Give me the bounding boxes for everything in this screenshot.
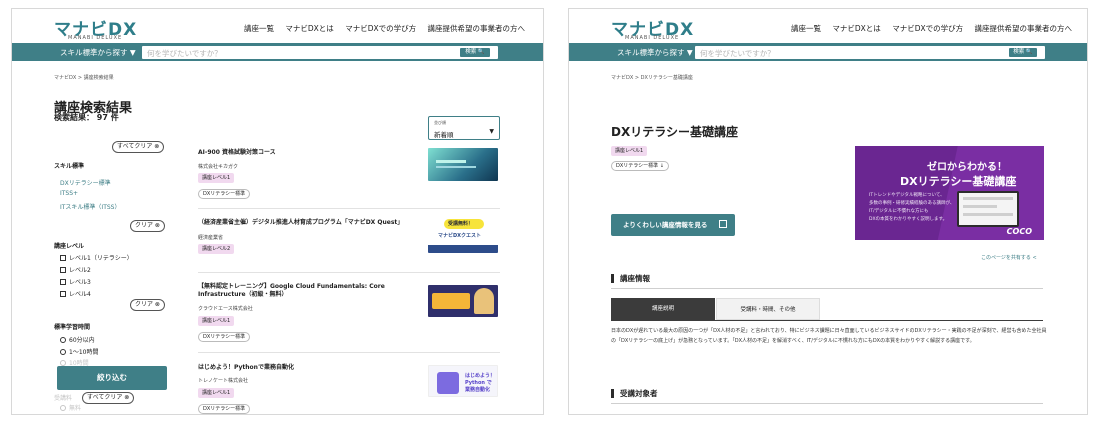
skill-dropdown[interactable]: スキル標準から探す ▼ bbox=[60, 47, 136, 58]
nav-how-to-learn[interactable]: マナビDXでの学び方 bbox=[892, 24, 963, 33]
nav-course-list[interactable]: 講座一覧 bbox=[791, 24, 821, 33]
breadcrumb[interactable]: マナビDX > DXリテラシー基礎講座 bbox=[611, 74, 693, 81]
course-thumbnail[interactable] bbox=[428, 285, 498, 317]
level-tag[interactable]: 講座レベル1 bbox=[198, 316, 235, 326]
more-info-button[interactable]: よりくわしい講座情報を見る bbox=[611, 214, 735, 236]
course-thumbnail[interactable] bbox=[428, 148, 498, 181]
course-title[interactable]: 【無料認定トレーニング】Google Cloud Fundamentals: C… bbox=[198, 283, 418, 299]
skill-dropdown[interactable]: スキル標準から探す ▼ bbox=[617, 47, 693, 58]
provider-logo: COCO bbox=[1006, 227, 1032, 236]
page-title: DXリテラシー基礎講座 bbox=[611, 125, 738, 139]
filter-skill-itss-plus[interactable]: ITSS+ bbox=[60, 190, 78, 197]
level-tag[interactable]: 講座レベル2 bbox=[198, 244, 235, 254]
breadcrumb[interactable]: マナビDX > 講座検索結果 bbox=[54, 74, 114, 81]
chevron-down-icon: ▼ bbox=[489, 128, 494, 135]
course-org: トレノケート株式会社 bbox=[198, 378, 249, 384]
radio-icon bbox=[60, 337, 66, 343]
apply-filter-button[interactable]: 絞り込む bbox=[57, 366, 167, 390]
share-icon: < bbox=[1032, 255, 1037, 261]
search-button[interactable]: 検索 🔍 bbox=[1009, 48, 1037, 57]
nav-about[interactable]: マナビDXとは bbox=[832, 24, 880, 33]
standard-tag[interactable]: DXリテラシー標準 bbox=[198, 332, 251, 342]
hero-title: DXリテラシー基礎講座 bbox=[900, 175, 1017, 188]
share-link[interactable]: このページを共有する < bbox=[981, 254, 1037, 261]
search-placeholder: 何を学びたいですか？ bbox=[147, 49, 222, 58]
site-logo-subtitle: MANABI DELUXE bbox=[68, 35, 123, 41]
section-course-info: 講座情報 bbox=[611, 274, 650, 283]
external-link-icon bbox=[719, 220, 727, 228]
tab-course-description[interactable]: 講座説明 bbox=[611, 298, 715, 320]
course-title[interactable]: （経済産業省主催）デジタル推進人材育成プログラム「マナビDX Quest」 bbox=[198, 219, 418, 227]
course-org: クラウドエース株式会社 bbox=[198, 306, 253, 312]
filter-level-title: 講座レベル bbox=[54, 243, 85, 250]
level-checkbox-2[interactable]: レベル2 bbox=[60, 265, 91, 274]
site-header: マナビDX MANABI DELUXE 講座一覧 マナビDXとは マナビDXでの… bbox=[12, 9, 543, 43]
level-checkbox-4[interactable]: レベル4 bbox=[60, 289, 91, 298]
filter-skill-title: スキル標準 bbox=[54, 163, 85, 170]
level-checkbox-3[interactable]: レベル3 bbox=[60, 277, 91, 286]
standard-tag[interactable]: DXリテラシー標準 ↓ bbox=[611, 161, 669, 171]
checkbox-icon bbox=[60, 279, 66, 285]
time-radio-60min[interactable]: 60分以内 bbox=[60, 335, 95, 344]
level-checkbox-1[interactable]: レベル1（リテラシー） bbox=[60, 253, 133, 262]
level-tag[interactable]: 講座レベル1 bbox=[611, 146, 648, 156]
hero-headline: ゼロからわかる！ bbox=[927, 162, 1007, 173]
sort-label: 並び順 bbox=[434, 120, 446, 125]
course-hero-image: ゼロからわかる！ DXリテラシー基礎講座 ITトレンドやデジタル戦略について、 … bbox=[855, 146, 1044, 240]
filter-fee-title: 受講料 bbox=[54, 395, 73, 402]
course-title[interactable]: AI-900 資格試験対策コース bbox=[198, 149, 418, 157]
search-results-window: マナビDX MANABI DELUXE 講座一覧 マナビDXとは マナビDXでの… bbox=[11, 8, 544, 415]
site-header: マナビDX MANABI DELUXE 講座一覧 マナビDXとは マナビDXでの… bbox=[569, 9, 1087, 43]
search-input[interactable]: 何を学びたいですか？ 検索 🔍 bbox=[142, 46, 498, 59]
checkbox-icon bbox=[60, 267, 66, 273]
fee-radio-free[interactable]: 無料 bbox=[60, 403, 81, 412]
search-bar: スキル標準から探す ▼ 何を学びたいですか？ 検索 🔍 bbox=[12, 43, 543, 61]
level-tag[interactable]: 講座レベル1 bbox=[198, 173, 235, 183]
standard-tag[interactable]: DXリテラシー標準 bbox=[198, 404, 251, 414]
tab-fees-time[interactable]: 受講料・時間、その他 bbox=[716, 298, 820, 320]
clear-level-button[interactable]: クリア ⊗ bbox=[130, 299, 165, 311]
filter-skill-dx-literacy[interactable]: DXリテラシー標準 bbox=[60, 178, 111, 187]
course-org: 経済産業省 bbox=[198, 235, 224, 241]
site-logo-subtitle: MANABI DELUXE bbox=[625, 35, 680, 41]
laptop-illustration bbox=[957, 191, 1019, 227]
search-placeholder: 何を学びたいですか？ bbox=[700, 49, 775, 58]
sort-select[interactable]: 並び順 新着順 ▼ bbox=[428, 116, 500, 140]
course-description: 日本のDXが遅れている最大の原因の一つが「DX人材の不足」と言われており、特にビ… bbox=[611, 328, 1047, 344]
filter-skill-itss[interactable]: ITスキル標準（ITSS） bbox=[60, 202, 121, 211]
filter-time-title: 標準学習時間 bbox=[54, 324, 91, 331]
main-nav: 講座一覧 マナビDXとは マナビDXでの学び方 講座提供希望の事業者の方へ bbox=[791, 23, 1081, 34]
search-bar: スキル標準から探す ▼ 何を学びたいですか？ 検索 🔍 bbox=[569, 43, 1087, 61]
time-radio-1-10h[interactable]: 1～10時間 bbox=[60, 347, 98, 356]
checkbox-icon bbox=[60, 255, 66, 261]
level-tag[interactable]: 講座レベル1 bbox=[198, 388, 235, 398]
clear-skill-button[interactable]: クリア ⊗ bbox=[130, 220, 165, 232]
nav-about[interactable]: マナビDXとは bbox=[285, 24, 333, 33]
main-nav: 講座一覧 マナビDXとは マナビDXでの学び方 講座提供希望の事業者の方へ bbox=[244, 23, 534, 34]
section-target-audience: 受講対象者 bbox=[611, 389, 658, 398]
nav-providers[interactable]: 講座提供希望の事業者の方へ bbox=[975, 24, 1073, 33]
course-org: 株式会社キカガク bbox=[198, 164, 239, 170]
radio-icon bbox=[60, 405, 66, 411]
course-detail-window: マナビDX MANABI DELUXE 講座一覧 マナビDXとは マナビDXでの… bbox=[568, 8, 1088, 415]
nav-how-to-learn[interactable]: マナビDXでの学び方 bbox=[345, 24, 416, 33]
course-thumbnail[interactable]: 受講無料！ マナビDXクエスト bbox=[428, 219, 498, 253]
nav-course-list[interactable]: 講座一覧 bbox=[244, 24, 274, 33]
standard-tag[interactable]: DXリテラシー標準 bbox=[198, 189, 251, 199]
radio-icon bbox=[60, 349, 66, 355]
clear-all-button-bottom[interactable]: すべてクリア ⊗ bbox=[82, 392, 135, 404]
result-count: 検索結果： 97 件 bbox=[54, 113, 119, 122]
course-title[interactable]: はじめよう！Pythonで業務自動化 bbox=[198, 364, 418, 372]
checkbox-icon bbox=[60, 291, 66, 297]
clear-all-button[interactable]: すべてクリア ⊗ bbox=[112, 141, 165, 153]
search-button[interactable]: 検索 🔍 bbox=[460, 48, 490, 57]
sort-value: 新着順 bbox=[434, 131, 454, 139]
nav-providers[interactable]: 講座提供希望の事業者の方へ bbox=[428, 24, 526, 33]
course-thumbnail[interactable]: はじめよう！ Python で 業務自動化 bbox=[428, 365, 498, 397]
search-input[interactable]: 何を学びたいですか？ 検索 🔍 bbox=[695, 46, 1045, 59]
